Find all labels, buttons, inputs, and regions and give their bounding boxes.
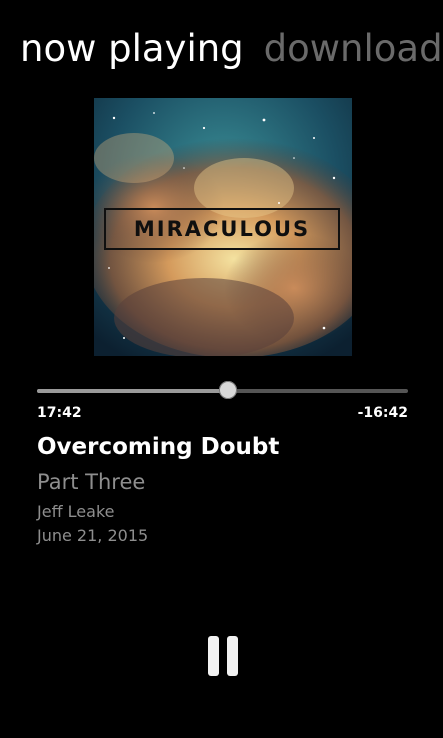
remaining-time: -16:42 [357, 405, 408, 421]
pivot-header: now playing downloads [20, 26, 443, 72]
elapsed-time: 17:42 [37, 405, 82, 421]
progress-thumb[interactable] [219, 381, 238, 399]
now-playing-screen: now playing downloads MIRACULOUS 17:42 -… [0, 0, 443, 738]
progress-fill [37, 389, 229, 393]
pause-bar-left [208, 636, 219, 676]
track-author: Jeff Leake [37, 502, 115, 521]
progress-slider[interactable] [37, 381, 408, 399]
album-art: MIRACULOUS [94, 98, 352, 356]
tab-downloads[interactable]: downloads [264, 27, 443, 70]
pause-bar-right [227, 636, 238, 676]
track-subtitle: Part Three [37, 470, 146, 494]
album-art-title: MIRACULOUS [104, 208, 340, 250]
pause-button[interactable] [205, 636, 241, 676]
tab-now-playing[interactable]: now playing [20, 27, 244, 70]
track-date: June 21, 2015 [37, 526, 149, 545]
track-title: Overcoming Doubt [37, 434, 280, 460]
